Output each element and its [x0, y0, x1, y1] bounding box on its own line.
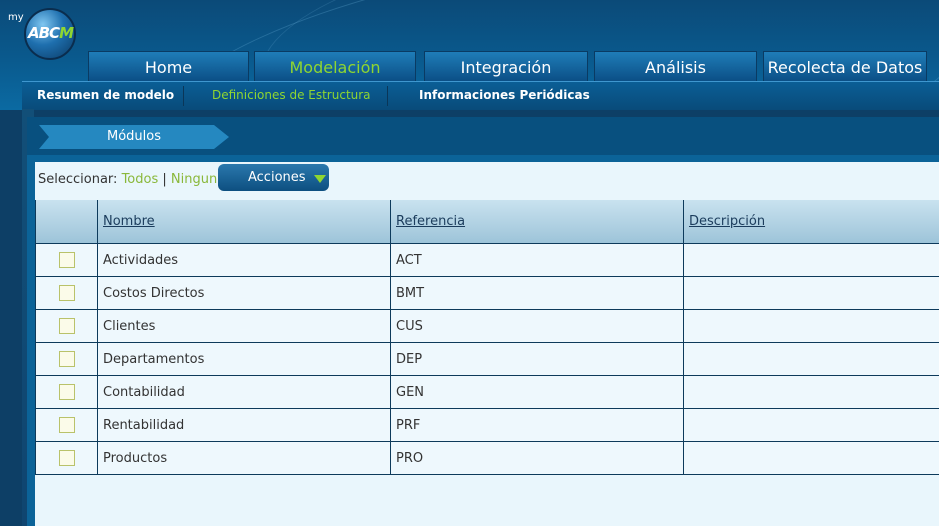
logo-text: ABCM	[28, 24, 74, 42]
cell-name: Productos	[97, 441, 391, 475]
logo-prefix: my	[8, 12, 24, 23]
cell-ref: CUS	[390, 309, 684, 343]
subtab-informaciones-periodicas[interactable]: Informaciones Periódicas	[419, 82, 590, 110]
table-row[interactable]: Rentabilidad PRF	[35, 408, 939, 442]
cell-name: Clientes	[97, 309, 391, 343]
column-header-referencia[interactable]: Referencia	[390, 200, 684, 244]
cell-ref: PRF	[390, 408, 684, 442]
cell-name: Contabilidad	[97, 375, 391, 409]
cell-name: Costos Directos	[97, 276, 391, 310]
cell-ref: DEP	[390, 342, 684, 376]
column-header-nombre[interactable]: Nombre	[97, 200, 391, 244]
table-header-row: Nombre Referencia Descripción	[35, 200, 939, 244]
actions-dropdown-button[interactable]: Acciones	[218, 164, 329, 191]
row-checkbox[interactable]	[58, 384, 75, 400]
subtab-definiciones-de-estructura[interactable]: Definiciones de Estructura	[212, 82, 371, 110]
column-header-select	[35, 200, 98, 244]
table-row[interactable]: Actividades ACT	[35, 243, 939, 277]
cell-description	[683, 243, 939, 277]
tab-analisis[interactable]: Análisis	[594, 51, 757, 81]
row-checkbox[interactable]	[58, 351, 75, 367]
cell-name: Departamentos	[97, 342, 391, 376]
select-label: Seleccionar:	[38, 172, 118, 187]
cell-description	[683, 342, 939, 376]
cell-description	[683, 408, 939, 442]
sub-navigation: Resumen de modelo Definiciones de Estruc…	[22, 81, 939, 110]
logo-m: M	[59, 24, 74, 42]
row-checkbox[interactable]	[58, 252, 75, 268]
cell-description	[683, 276, 939, 310]
table-row[interactable]: Clientes CUS	[35, 309, 939, 343]
row-checkbox[interactable]	[58, 450, 75, 466]
select-all-link[interactable]: Todos	[122, 172, 159, 187]
cell-description	[683, 309, 939, 343]
select-separator: |	[162, 172, 167, 187]
subnav-divider	[183, 86, 184, 106]
cell-name: Actividades	[97, 243, 391, 277]
table-row[interactable]: Departamentos DEP	[35, 342, 939, 376]
cell-ref: GEN	[390, 375, 684, 409]
tab-recolecta-de-datos[interactable]: Recolecta de Datos	[763, 51, 927, 81]
cell-description	[683, 441, 939, 475]
breadcrumb[interactable]: Módulos	[39, 125, 229, 149]
breadcrumb-bar: Módulos	[27, 117, 939, 155]
row-checkbox[interactable]	[58, 318, 75, 334]
column-header-descripcion[interactable]: Descripción	[683, 200, 939, 244]
cell-ref: PRO	[390, 441, 684, 475]
dropdown-arrow-icon	[314, 175, 326, 183]
table-row[interactable]: Productos PRO	[35, 441, 939, 475]
subnav-divider	[387, 86, 388, 106]
cell-ref: ACT	[390, 243, 684, 277]
row-checkbox[interactable]	[58, 417, 75, 433]
table-row[interactable]: Costos Directos BMT	[35, 276, 939, 310]
cell-name: Rentabilidad	[97, 408, 391, 442]
cell-ref: BMT	[390, 276, 684, 310]
cell-description	[683, 375, 939, 409]
tab-home[interactable]: Home	[88, 51, 249, 81]
myabcm-logo[interactable]: my ABCM	[6, 6, 76, 60]
content-area: Seleccionar: Todos | Ninguno Acciones No…	[35, 162, 939, 526]
subtab-resumen-de-modelo[interactable]: Resumen de modelo	[37, 82, 174, 110]
selection-controls: Seleccionar: Todos | Ninguno	[38, 172, 225, 187]
actions-label: Acciones	[248, 170, 306, 185]
tab-modelacion[interactable]: Modelación	[254, 51, 416, 81]
modules-table: Nombre Referencia Descripción Actividade…	[35, 200, 939, 475]
logo-abc: ABC	[28, 24, 60, 42]
table-row[interactable]: Contabilidad GEN	[35, 375, 939, 409]
tab-integracion[interactable]: Integración	[424, 51, 588, 81]
row-checkbox[interactable]	[58, 285, 75, 301]
